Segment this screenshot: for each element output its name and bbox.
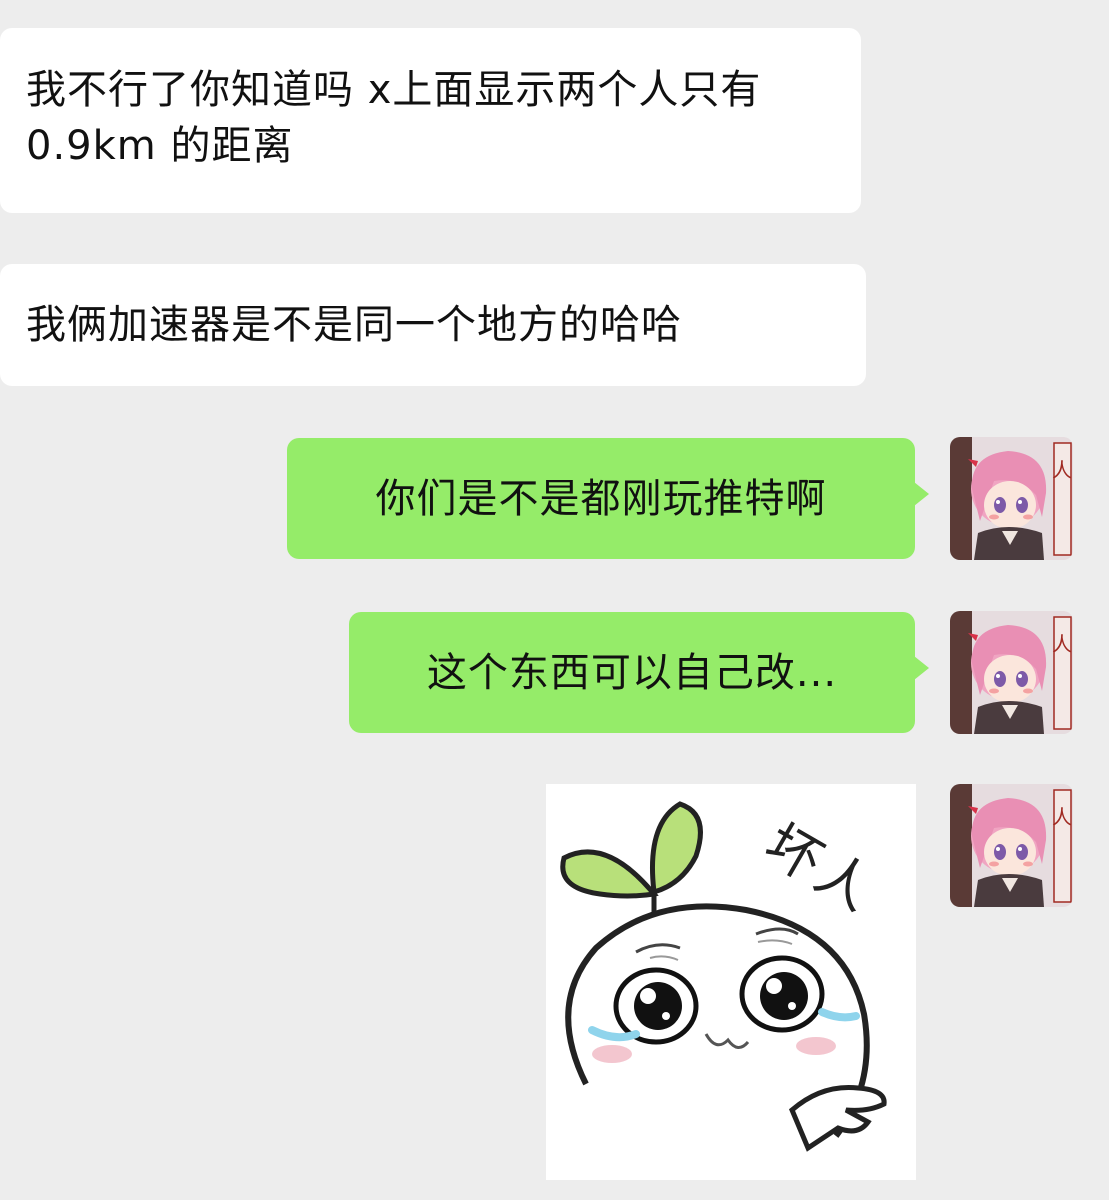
user-avatar[interactable]: 人 xyxy=(950,611,1073,734)
anime-girl-avatar-icon: 人 xyxy=(950,784,1073,907)
chat-message-list: 我不行了你知道吗 x上面显示两个人只有 0.9km 的距离 我俩加速器是不是同一… xyxy=(0,0,1109,1200)
avatar-stamp-text: 人 xyxy=(1052,458,1072,482)
avatar-stamp-text: 人 xyxy=(1052,805,1072,829)
incoming-message-bubble[interactable]: 我俩加速器是不是同一个地方的哈哈 xyxy=(0,264,866,386)
message-text: 你们是不是都刚玩推特啊 xyxy=(375,476,827,522)
avatar-stamp-text: 人 xyxy=(1052,632,1072,656)
user-avatar[interactable]: 人 xyxy=(950,437,1073,560)
sticker-message[interactable]: 坏人 xyxy=(546,784,916,1180)
message-text: 这个东西可以自己改... xyxy=(426,650,838,696)
message-text: 我俩加速器是不是同一个地方的哈哈 xyxy=(26,302,682,348)
outgoing-message-bubble[interactable]: 你们是不是都刚玩推特啊 xyxy=(287,438,929,559)
user-avatar[interactable]: 人 xyxy=(950,784,1073,907)
anime-girl-avatar-icon: 人 xyxy=(950,611,1073,734)
outgoing-message-bubble[interactable]: 这个东西可以自己改... xyxy=(349,612,929,733)
incoming-message-bubble[interactable]: 我不行了你知道吗 x上面显示两个人只有 0.9km 的距离 xyxy=(0,28,861,213)
crying-sprout-sticker-icon xyxy=(546,784,916,1180)
message-text: 我不行了你知道吗 x上面显示两个人只有 0.9km 的距离 xyxy=(26,67,762,169)
anime-girl-avatar-icon: 人 xyxy=(950,437,1073,560)
